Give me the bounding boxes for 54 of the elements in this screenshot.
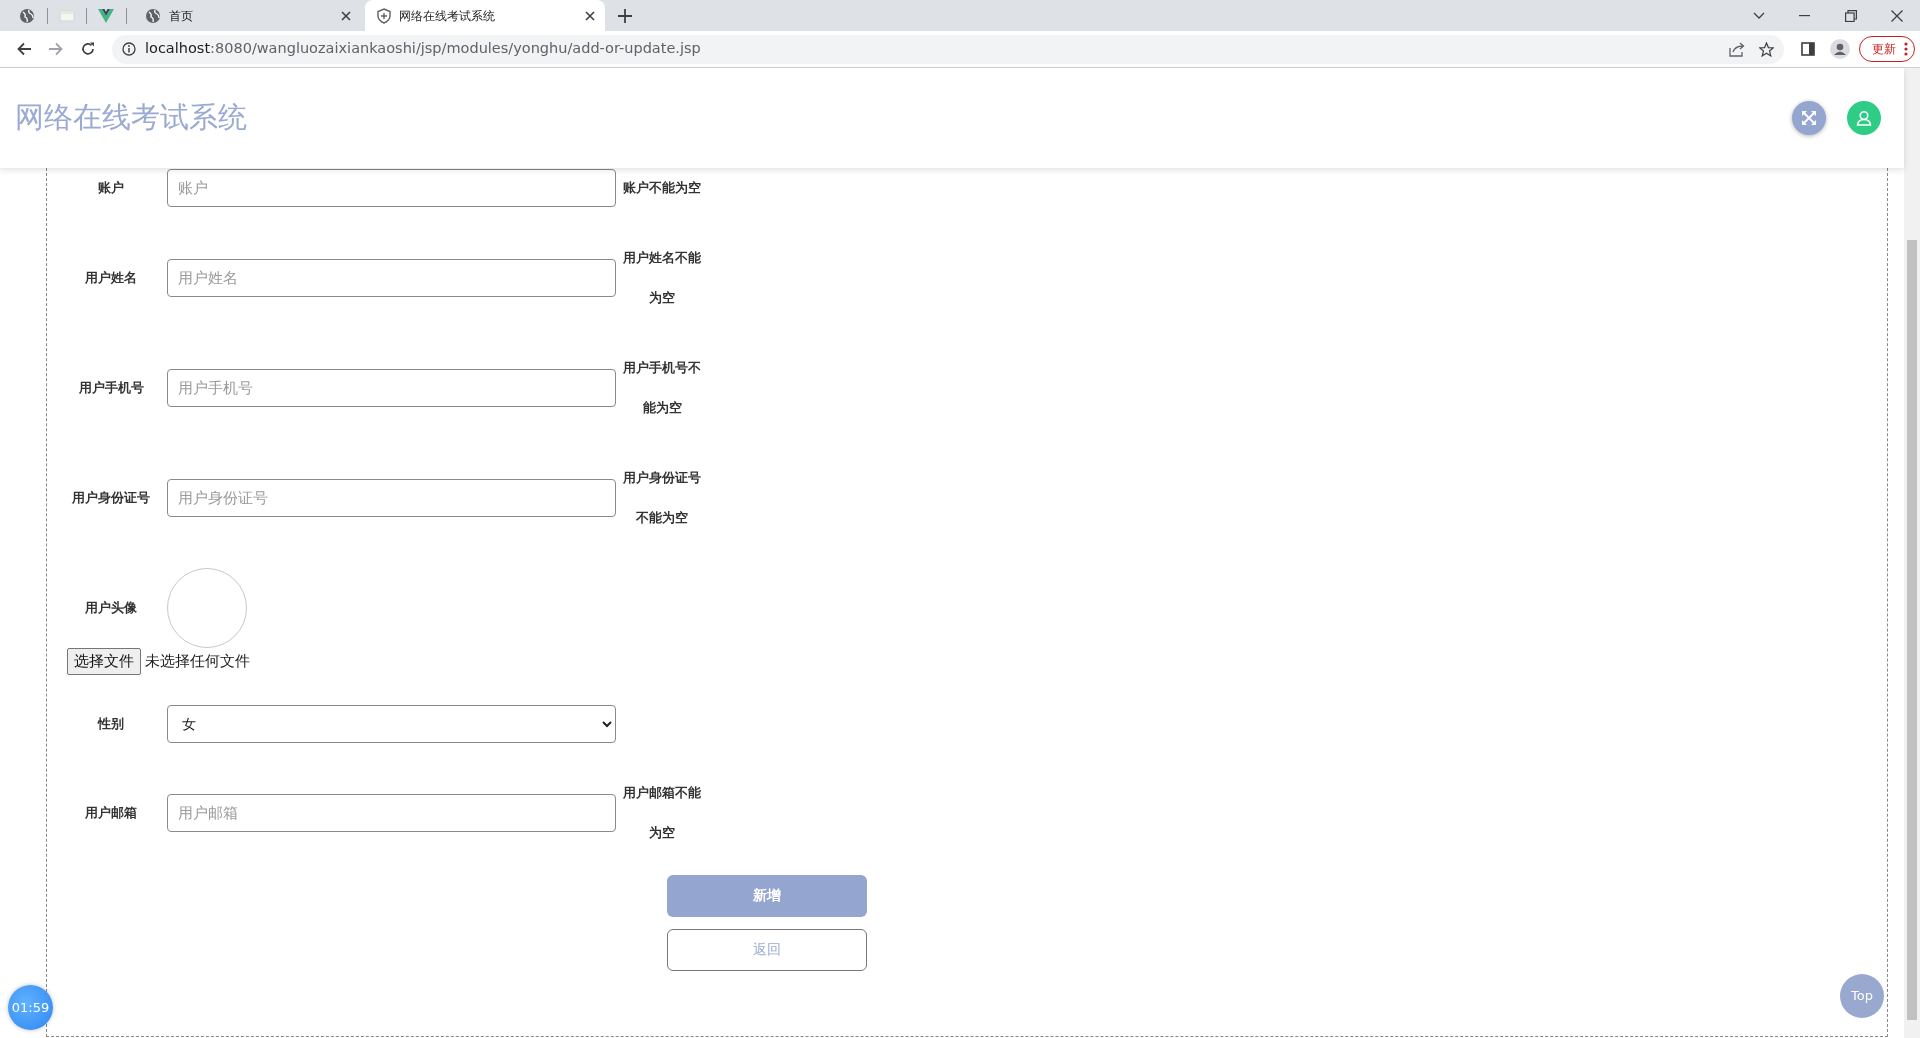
- forward-arrow-icon: [49, 42, 63, 56]
- input-field[interactable]: 用户邮箱: [167, 793, 616, 832]
- close-icon[interactable]: [341, 10, 351, 21]
- restore-icon[interactable]: [1845, 9, 1857, 22]
- choose-file-button[interactable]: 选择文件: [67, 648, 141, 675]
- v-logo-icon: [98, 7, 114, 24]
- share-icon[interactable]: [1729, 41, 1745, 57]
- tab-title: 网络在线考试系统: [399, 7, 496, 25]
- new-tab-icon[interactable]: [618, 8, 632, 23]
- field-label: 用户头像: [84, 599, 138, 618]
- address-bar[interactable]: localhost:8080/wangluozaixiankaoshi/jsp/modules/yonghu/add-or-update.jsp: [112, 34, 1784, 64]
- profile-icon[interactable]: [1830, 39, 1850, 59]
- info-icon: [122, 42, 136, 56]
- error-message: 用户姓名不能为空: [622, 249, 702, 307]
- page-icon: [59, 7, 75, 24]
- close-icon[interactable]: [585, 10, 595, 21]
- error-message: 用户手机号不能为空: [622, 359, 702, 417]
- error-message: 用户邮箱不能为空: [622, 783, 702, 842]
- timer-badge: 01:59: [8, 985, 53, 1030]
- error-message: 账户不能为空: [622, 179, 702, 197]
- browser-tab[interactable]: 网络在线考试系统: [365, 0, 605, 31]
- chevron-down-icon[interactable]: [1753, 11, 1765, 20]
- scrollbar-thumb[interactable]: [1907, 240, 1917, 1020]
- input-field[interactable]: 用户手机号: [167, 369, 616, 407]
- app-title: 网络在线考试系统: [15, 99, 248, 137]
- field-label: 用户手机号: [77, 379, 145, 398]
- scrollbar[interactable]: [1904, 68, 1920, 1038]
- gender-select[interactable]: 女: [167, 704, 616, 743]
- file-status: 未选择任何文件: [145, 651, 250, 672]
- field-label: 用户身份证号: [71, 489, 151, 508]
- browser-tab[interactable]: 首页: [133, 0, 361, 31]
- url-text: localhost:8080/wangluozaixiankaoshi/jsp/modules/yonghu/add-or-update.jsp: [145, 39, 702, 59]
- reload-icon: [81, 42, 95, 56]
- globe-icon: [19, 7, 35, 24]
- input-field[interactable]: 用户姓名: [167, 259, 616, 297]
- globe-icon: [145, 7, 161, 24]
- field-label: 性别: [96, 714, 125, 733]
- star-icon[interactable]: [1759, 41, 1774, 57]
- field-label: 用户姓名: [84, 269, 138, 288]
- minimize-icon[interactable]: [1799, 14, 1810, 17]
- back-arrow-icon: [17, 42, 31, 56]
- input-field[interactable]: 用户身份证号: [167, 479, 616, 517]
- shield-icon: [377, 7, 391, 24]
- expand-arrows-icon: [1801, 110, 1817, 126]
- update-button[interactable]: 更新: [1859, 36, 1915, 62]
- error-message: 用户身份证号不能为空: [622, 469, 702, 527]
- field-label: 账户: [97, 179, 125, 198]
- tab-title: 首页: [169, 7, 194, 25]
- user-icon: [1856, 110, 1872, 126]
- close-icon[interactable]: [1891, 9, 1903, 22]
- side-panel-icon[interactable]: [1801, 42, 1815, 56]
- more-icon: [1904, 42, 1908, 56]
- field-label: 用户邮箱: [84, 803, 138, 822]
- input-field[interactable]: 账户: [167, 169, 616, 207]
